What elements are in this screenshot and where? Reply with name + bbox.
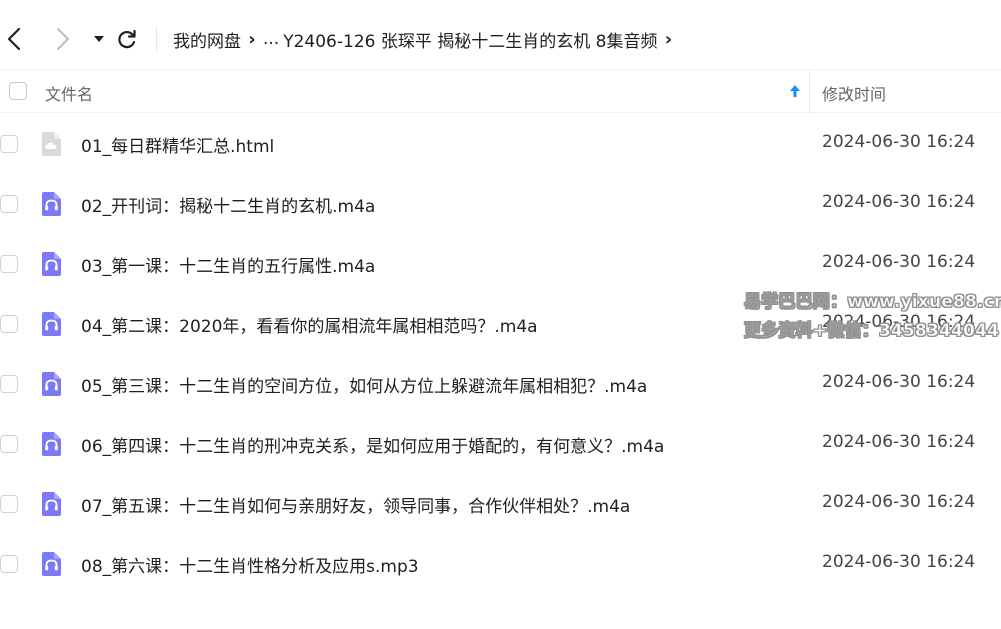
- file-row-checkbox[interactable]: [0, 255, 18, 273]
- forward-button[interactable]: [47, 24, 77, 54]
- file-row[interactable]: 08_第六课：十二生肖性格分析及应用s.mp3 2024-06-30 16:24: [0, 534, 1001, 594]
- file-row-checkbox[interactable]: [0, 435, 18, 453]
- audio-file-icon: [38, 551, 64, 577]
- file-modified-time: 2024-06-30 16:24: [822, 132, 976, 152]
- toolbar: 我的网盘 › ... Y2406-126 张琛平 揭秘十二生肖的玄机 8集音频 …: [0, 0, 1001, 70]
- breadcrumb-separator-icon: ›: [248, 28, 256, 50]
- column-header-modified[interactable]: 修改时间: [822, 81, 886, 105]
- back-button[interactable]: [0, 24, 30, 54]
- file-name[interactable]: 04_第二课：2020年，看看你的属相流年属相相范吗？.m4a: [81, 312, 538, 337]
- refresh-icon: [118, 29, 136, 49]
- file-name[interactable]: 03_第一课：十二生肖的五行属性.m4a: [81, 252, 375, 277]
- file-row-checkbox[interactable]: [0, 315, 18, 333]
- chevron-left-icon: [7, 27, 21, 51]
- file-name[interactable]: 05_第三课：十二生肖的空间方位，如何从方位上躲避流年属相相犯？.m4a: [81, 372, 647, 397]
- breadcrumb-expand-icon[interactable]: ›: [657, 29, 679, 50]
- file-row-checkbox[interactable]: [0, 495, 18, 513]
- file-name[interactable]: 07_第五课：十二生肖如何与亲朋好友，领导同事，合作伙伴相处？.m4a: [81, 492, 630, 517]
- select-all-checkbox[interactable]: [9, 82, 27, 100]
- history-dropdown-button[interactable]: [84, 24, 114, 54]
- audio-file-icon: [38, 371, 64, 397]
- file-modified-time: 2024-06-30 16:24: [822, 252, 976, 272]
- file-row[interactable]: 06_第四课：十二生肖的刑冲克关系，是如何应用于婚配的，有何意义？.m4a 202…: [0, 414, 1001, 474]
- breadcrumb: 我的网盘 › ... Y2406-126 张琛平 揭秘十二生肖的玄机 8集音频 …: [173, 26, 679, 52]
- file-modified-time: 2024-06-30 16:24: [822, 552, 976, 572]
- caret-down-icon: [94, 36, 104, 42]
- file-name[interactable]: 02_开刊词：揭秘十二生肖的玄机.m4a: [81, 192, 375, 217]
- file-list: 01_每日群精华汇总.html 2024-06-30 16:24 02_开刊词：揭秘…: [0, 114, 1001, 594]
- sort-ascending-icon[interactable]: [787, 80, 803, 102]
- file-row-checkbox[interactable]: [0, 195, 18, 213]
- audio-file-icon: [38, 431, 64, 457]
- file-name[interactable]: 01_每日群精华汇总.html: [81, 132, 274, 157]
- file-row[interactable]: 05_第三课：十二生肖的空间方位，如何从方位上躲避流年属相相犯？.m4a 2024…: [0, 354, 1001, 414]
- file-row-checkbox[interactable]: [0, 135, 18, 153]
- breadcrumb-current[interactable]: Y2406-126 张琛平 揭秘十二生肖的玄机 8集音频: [283, 27, 657, 52]
- audio-file-icon: [38, 491, 64, 517]
- file-name[interactable]: 08_第六课：十二生肖性格分析及应用s.mp3: [81, 552, 419, 577]
- file-modified-time: 2024-06-30 16:24: [822, 432, 976, 452]
- watermark: 易学巴巴网：www.yixue88.cn 更多资料+微信：3458344044: [744, 288, 1001, 346]
- watermark-line-2: 更多资料+微信：3458344044: [744, 321, 1000, 342]
- file-modified-time: 2024-06-30 16:24: [822, 492, 976, 512]
- file-modified-time: 2024-06-30 16:24: [822, 192, 976, 212]
- file-row[interactable]: 03_第一课：十二生肖的五行属性.m4a 2024-06-30 16:24: [0, 234, 1001, 294]
- audio-file-icon: [38, 191, 64, 217]
- file-row-checkbox[interactable]: [0, 375, 18, 393]
- file-name[interactable]: 06_第四课：十二生肖的刑冲克关系，是如何应用于婚配的，有何意义？.m4a: [81, 432, 664, 457]
- file-row[interactable]: 01_每日群精华汇总.html 2024-06-30 16:24: [0, 114, 1001, 174]
- file-row[interactable]: 02_开刊词：揭秘十二生肖的玄机.m4a 2024-06-30 16:24: [0, 174, 1001, 234]
- audio-file-icon: [38, 311, 64, 337]
- watermark-line-1: 易学巴巴网：www.yixue88.cn: [744, 292, 1001, 313]
- file-row-checkbox[interactable]: [0, 555, 18, 573]
- chevron-right-icon: [57, 28, 69, 50]
- breadcrumb-ellipsis[interactable]: ...: [263, 29, 279, 49]
- breadcrumb-root[interactable]: 我的网盘: [173, 27, 241, 52]
- file-list-header: 文件名 修改时间: [0, 70, 1001, 113]
- column-divider[interactable]: [809, 70, 810, 113]
- file-modified-time: 2024-06-30 16:24: [822, 372, 976, 392]
- cloud-file-icon: [38, 131, 64, 157]
- toolbar-divider: [156, 26, 157, 52]
- file-row[interactable]: 07_第五课：十二生肖如何与亲朋好友，领导同事，合作伙伴相处？.m4a 2024-…: [0, 474, 1001, 534]
- refresh-button[interactable]: [112, 24, 142, 54]
- column-header-name[interactable]: 文件名: [45, 81, 93, 105]
- audio-file-icon: [38, 251, 64, 277]
